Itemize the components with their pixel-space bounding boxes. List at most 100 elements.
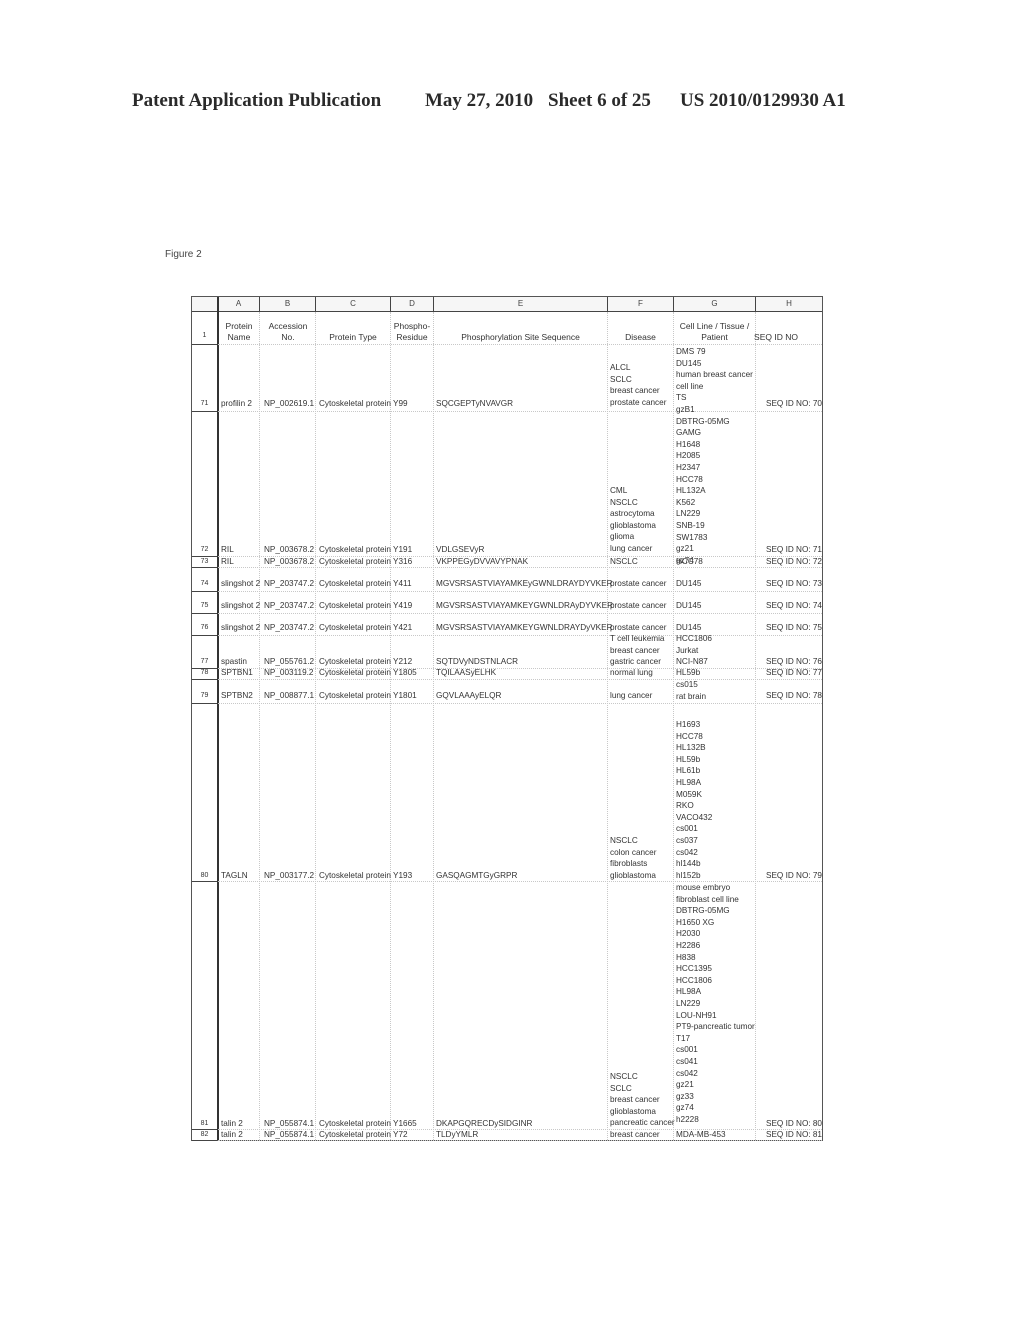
sequence-cell[interactable]: TLDyYMLR (436, 1129, 478, 1141)
protein-name-cell[interactable]: talin 2 (221, 1129, 243, 1141)
residue-cell[interactable]: Y72 (393, 1129, 408, 1141)
protein-type-cell[interactable]: Cytoskeletal protein (319, 544, 391, 556)
accession-cell[interactable]: NP_055874.1 (264, 1129, 314, 1141)
protein-type-cell[interactable]: Cytoskeletal protein (319, 690, 391, 702)
protein-type-cell[interactable]: Cytoskeletal protein (319, 667, 391, 679)
protein-type-cell[interactable]: Cytoskeletal protein (319, 578, 391, 590)
protein-type-cell[interactable]: Cytoskeletal protein (319, 656, 391, 668)
protein-name-cell[interactable]: SPTBN1 (221, 667, 253, 679)
protein-type-cell[interactable]: Cytoskeletal protein (319, 556, 391, 568)
seq-id-cell[interactable]: SEQ ID NO: 79 (766, 870, 822, 882)
disease-cell[interactable]: ALCL SCLC breast cancer prostate cancer (610, 362, 666, 408)
sequence-cell[interactable]: MGVSRSASTVIAYAMKEYGWNLDRAyDYVKER (436, 600, 613, 612)
residue-cell[interactable]: Y316 (393, 556, 412, 568)
protein-name-cell[interactable]: RIL (221, 544, 234, 556)
cell-line-cell[interactable]: HL59b (676, 667, 700, 679)
accession-cell[interactable]: NP_003678.2 (264, 544, 314, 556)
seq-id-cell[interactable]: SEQ ID NO: 76 (766, 656, 822, 668)
sequence-cell[interactable]: GASQAGMTGyGRPR (436, 870, 517, 882)
accession-cell[interactable]: NP_055874.1 (264, 1118, 314, 1130)
cell-line-cell[interactable]: HCC78 (676, 556, 703, 568)
sequence-cell[interactable]: VDLGSEVyR (436, 544, 484, 556)
sequence-cell[interactable]: GQVLAAAyELQR (436, 690, 501, 702)
sequence-cell[interactable]: TQILAASyELHK (436, 667, 496, 679)
sequence-cell[interactable]: DKAPGQRECDySIDGINR (436, 1118, 532, 1130)
seq-id-cell[interactable]: SEQ ID NO: 75 (766, 622, 822, 634)
cell-line-cell[interactable]: DMS 79 DU145 human breast cancer cell line T… (676, 346, 753, 566)
disease-cell[interactable]: NSCLC (610, 556, 638, 568)
residue-cell[interactable]: Y419 (393, 600, 412, 612)
protein-name-cell[interactable]: spastin (221, 656, 247, 668)
disease-entry: NSCLC (610, 836, 638, 845)
disease-cell[interactable]: breast cancer (610, 1129, 660, 1141)
seq-id-cell[interactable]: SEQ ID NO: 71 (766, 544, 822, 556)
accession-cell[interactable]: NP_203747.2 (264, 600, 314, 612)
accession-cell[interactable]: NP_203747.2 (264, 622, 314, 634)
disease-cell[interactable]: prostate cancer (610, 600, 666, 612)
disease-cell[interactable]: T cell leukemia breast cancer gastric canc… (610, 633, 664, 668)
accession-cell[interactable]: NP_003119.2 (264, 667, 313, 679)
disease-entry: lung cancer (610, 543, 653, 553)
residue-cell[interactable]: Y1801 (393, 690, 417, 702)
protein-type-cell[interactable]: Cytoskeletal protein (319, 600, 391, 612)
sequence-cell[interactable]: MGVSRSASTVIAYAMKEyGWNLDRAYDYVKER (436, 578, 613, 590)
disease-cell[interactable]: NSCLC colon cancer fibroblasts glioblastoma (610, 835, 656, 881)
accession-cell[interactable]: NP_203747.2 (264, 578, 314, 590)
residue-cell[interactable]: Y411 (393, 578, 412, 590)
disease-cell[interactable]: lung cancer (610, 690, 652, 702)
residue-cell[interactable]: Y99 (393, 398, 408, 410)
cell-line-cell[interactable]: DU145 (676, 622, 702, 634)
seq-id-cell[interactable]: SEQ ID NO: 73 (766, 578, 822, 590)
seq-id-cell[interactable]: SEQ ID NO: 74 (766, 600, 822, 612)
protein-type-cell[interactable]: Cytoskeletal protein (319, 870, 391, 882)
cell-line-cell[interactable]: DU145 (676, 600, 702, 612)
cell-line-cell[interactable]: MDA-MB-453 (676, 1129, 726, 1141)
protein-type-cell[interactable]: Cytoskeletal protein (319, 398, 391, 410)
cell-line-cell[interactable]: cs015 rat brain (676, 679, 706, 702)
protein-name-cell[interactable]: slingshot 2 (221, 578, 260, 590)
residue-cell[interactable]: Y191 (393, 544, 412, 556)
protein-name-cell[interactable]: profilin 2 (221, 398, 252, 410)
disease-cell[interactable]: CML NSCLC astrocytoma glioblastoma glioma lun… (610, 485, 656, 555)
disease-cell[interactable]: NSCLC SCLC breast cancer glioblastoma pancre… (610, 1071, 675, 1129)
cell-line-cell[interactable]: HCC1806 Jurkat NCI-N87 (676, 633, 712, 668)
protein-name-cell[interactable]: SPTBN2 (221, 690, 253, 702)
accession-cell[interactable]: NP_003177.2 (264, 870, 314, 882)
accession-cell[interactable]: NP_008877.1 (264, 690, 314, 702)
disease-cell[interactable]: prostate cancer (610, 622, 666, 634)
protein-name-cell[interactable]: slingshot 2 (221, 622, 260, 634)
sequence-cell[interactable]: SQCGEPTyNVAVGR (436, 398, 513, 410)
seq-id-cell[interactable]: SEQ ID NO: 72 (766, 556, 822, 568)
seq-id-cell[interactable]: SEQ ID NO: 77 (766, 667, 822, 679)
protein-name-cell[interactable]: RIL (221, 556, 234, 568)
sequence-cell[interactable]: VKPPEGyDVVAVYPNAK (436, 556, 528, 568)
seq-id-cell[interactable]: SEQ ID NO: 70 (766, 398, 822, 410)
residue-cell[interactable]: Y193 (393, 870, 412, 882)
protein-type-cell[interactable]: Cytoskeletal protein (319, 1118, 391, 1130)
disease-cell[interactable]: normal lung (610, 667, 653, 679)
cell-line-cell[interactable]: H1693 HCC78 HL132B HL59b HL61b HL98A M059K RKO V… (676, 719, 712, 881)
sequence-cell[interactable]: MGVSRSASTVIAYAMKEYGWNLDRAYDyVKER (436, 622, 613, 634)
accession-cell[interactable]: NP_003678.2 (264, 556, 314, 568)
seq-id-cell[interactable]: SEQ ID NO: 78 (766, 690, 822, 702)
protein-name-cell[interactable]: slingshot 2 (221, 600, 260, 612)
residue-cell[interactable]: Y421 (393, 622, 412, 634)
disease-entry: breast cancer (610, 386, 660, 396)
cell-line-cell[interactable]: DU145 (676, 578, 702, 590)
seq-id-cell[interactable]: SEQ ID NO: 81 (766, 1129, 822, 1141)
residue-cell[interactable]: Y212 (393, 656, 412, 668)
protein-type-cell[interactable]: Cytoskeletal protein (319, 622, 391, 634)
cell-line-cell[interactable]: mouse embryo fibroblast cell line DBTRG-05… (676, 882, 755, 1125)
residue-cell[interactable]: Y1665 (393, 1118, 417, 1130)
protein-name-cell[interactable]: TAGLN (221, 870, 248, 882)
accession-cell[interactable]: NP_002619.1 (264, 398, 314, 410)
seq-id-cell[interactable]: SEQ ID NO: 80 (766, 1118, 822, 1130)
disease-cell[interactable]: prostate cancer (610, 578, 666, 590)
residue-cell[interactable]: Y1805 (393, 667, 417, 679)
row-divider (192, 411, 217, 412)
protein-type-cell[interactable]: Cytoskeletal protein (319, 1129, 391, 1141)
sequence-cell[interactable]: SQTDVyNDSTNLACR (436, 656, 518, 668)
protein-name-cell[interactable]: talin 2 (221, 1118, 243, 1130)
accession-cell[interactable]: NP_055761.2 (264, 656, 314, 668)
cell-line-entry: hl144b (676, 859, 701, 869)
